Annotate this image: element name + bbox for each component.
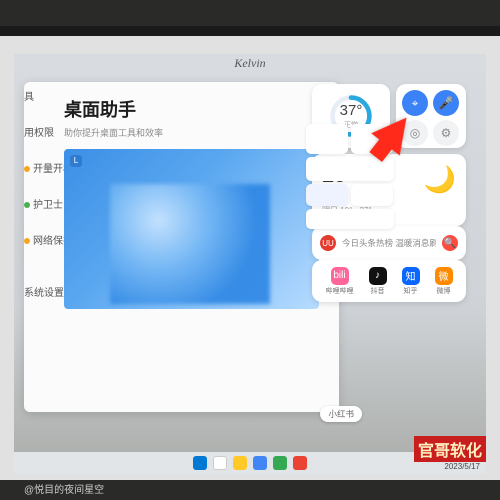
sidebar-item-3[interactable]: 护卫士 <box>18 194 69 213</box>
search-icon[interactable]: 🔍 <box>442 235 458 251</box>
app-douyin[interactable]: ♪ 抖音 <box>369 267 387 296</box>
author-credit: @悦目的夜间星空 <box>24 481 104 496</box>
red-overlay-watermark: 官哥软化 <box>414 436 486 462</box>
ring-value: 37° <box>340 102 363 119</box>
douyin-icon: ♪ <box>369 267 387 285</box>
weibo-icon: 微 <box>435 267 453 285</box>
moon-icon: 🌙 <box>424 164 456 195</box>
app-weibo[interactable]: 微 微博 <box>435 267 453 296</box>
settings-panel: 桌面助手 助你提升桌面工具和效率 具 用权限 开量开机 护卫士 网络保护 系统设… <box>24 82 339 412</box>
sidebar-item-0[interactable]: 具 <box>18 86 40 105</box>
desktop-preview: L <box>64 149 319 309</box>
search-placeholder: 今日头条热榜 温暖消息刷屏了万人 <box>342 237 436 249</box>
settings-button[interactable]: ⚙ <box>433 120 459 146</box>
sidebar-item-5[interactable]: 系统设置 <box>18 282 70 301</box>
explorer-icon[interactable] <box>233 456 247 470</box>
search-taskbar-icon[interactable] <box>213 456 227 470</box>
page-title: 桌面助手 <box>64 96 323 122</box>
clock-date: 2023/5/17 <box>444 463 480 471</box>
zhihu-icon: 知 <box>402 267 420 285</box>
app-zhihu[interactable]: 知 知乎 <box>402 267 420 296</box>
app-icon-1[interactable] <box>273 456 287 470</box>
source-chip: UU <box>320 235 336 251</box>
edge-icon[interactable] <box>253 456 267 470</box>
app-shortcuts-widget: bili 哔哩哔哩 ♪ 抖音 知 知乎 微 微博 <box>312 260 466 302</box>
preview-badge: L <box>70 155 82 167</box>
bilibili-icon: bili <box>331 267 349 285</box>
start-icon[interactable] <box>193 456 207 470</box>
sidebar-item-1[interactable]: 用权限 <box>18 122 60 141</box>
xiaohongshu-badge: 小红书 <box>320 406 362 422</box>
page-subtitle: 助你提升桌面工具和效率 <box>64 126 323 139</box>
brand-watermark: Kelvin <box>234 56 265 71</box>
location-button[interactable]: ⌖ <box>402 90 428 116</box>
app-icon-2[interactable] <box>293 456 307 470</box>
app-bilibili[interactable]: bili 哔哩哔哩 <box>326 267 354 296</box>
mic-button[interactable]: 🎤 <box>433 90 459 116</box>
hot-search-widget[interactable]: UU 今日头条热榜 温暖消息刷屏了万人 🔍 <box>312 226 466 260</box>
